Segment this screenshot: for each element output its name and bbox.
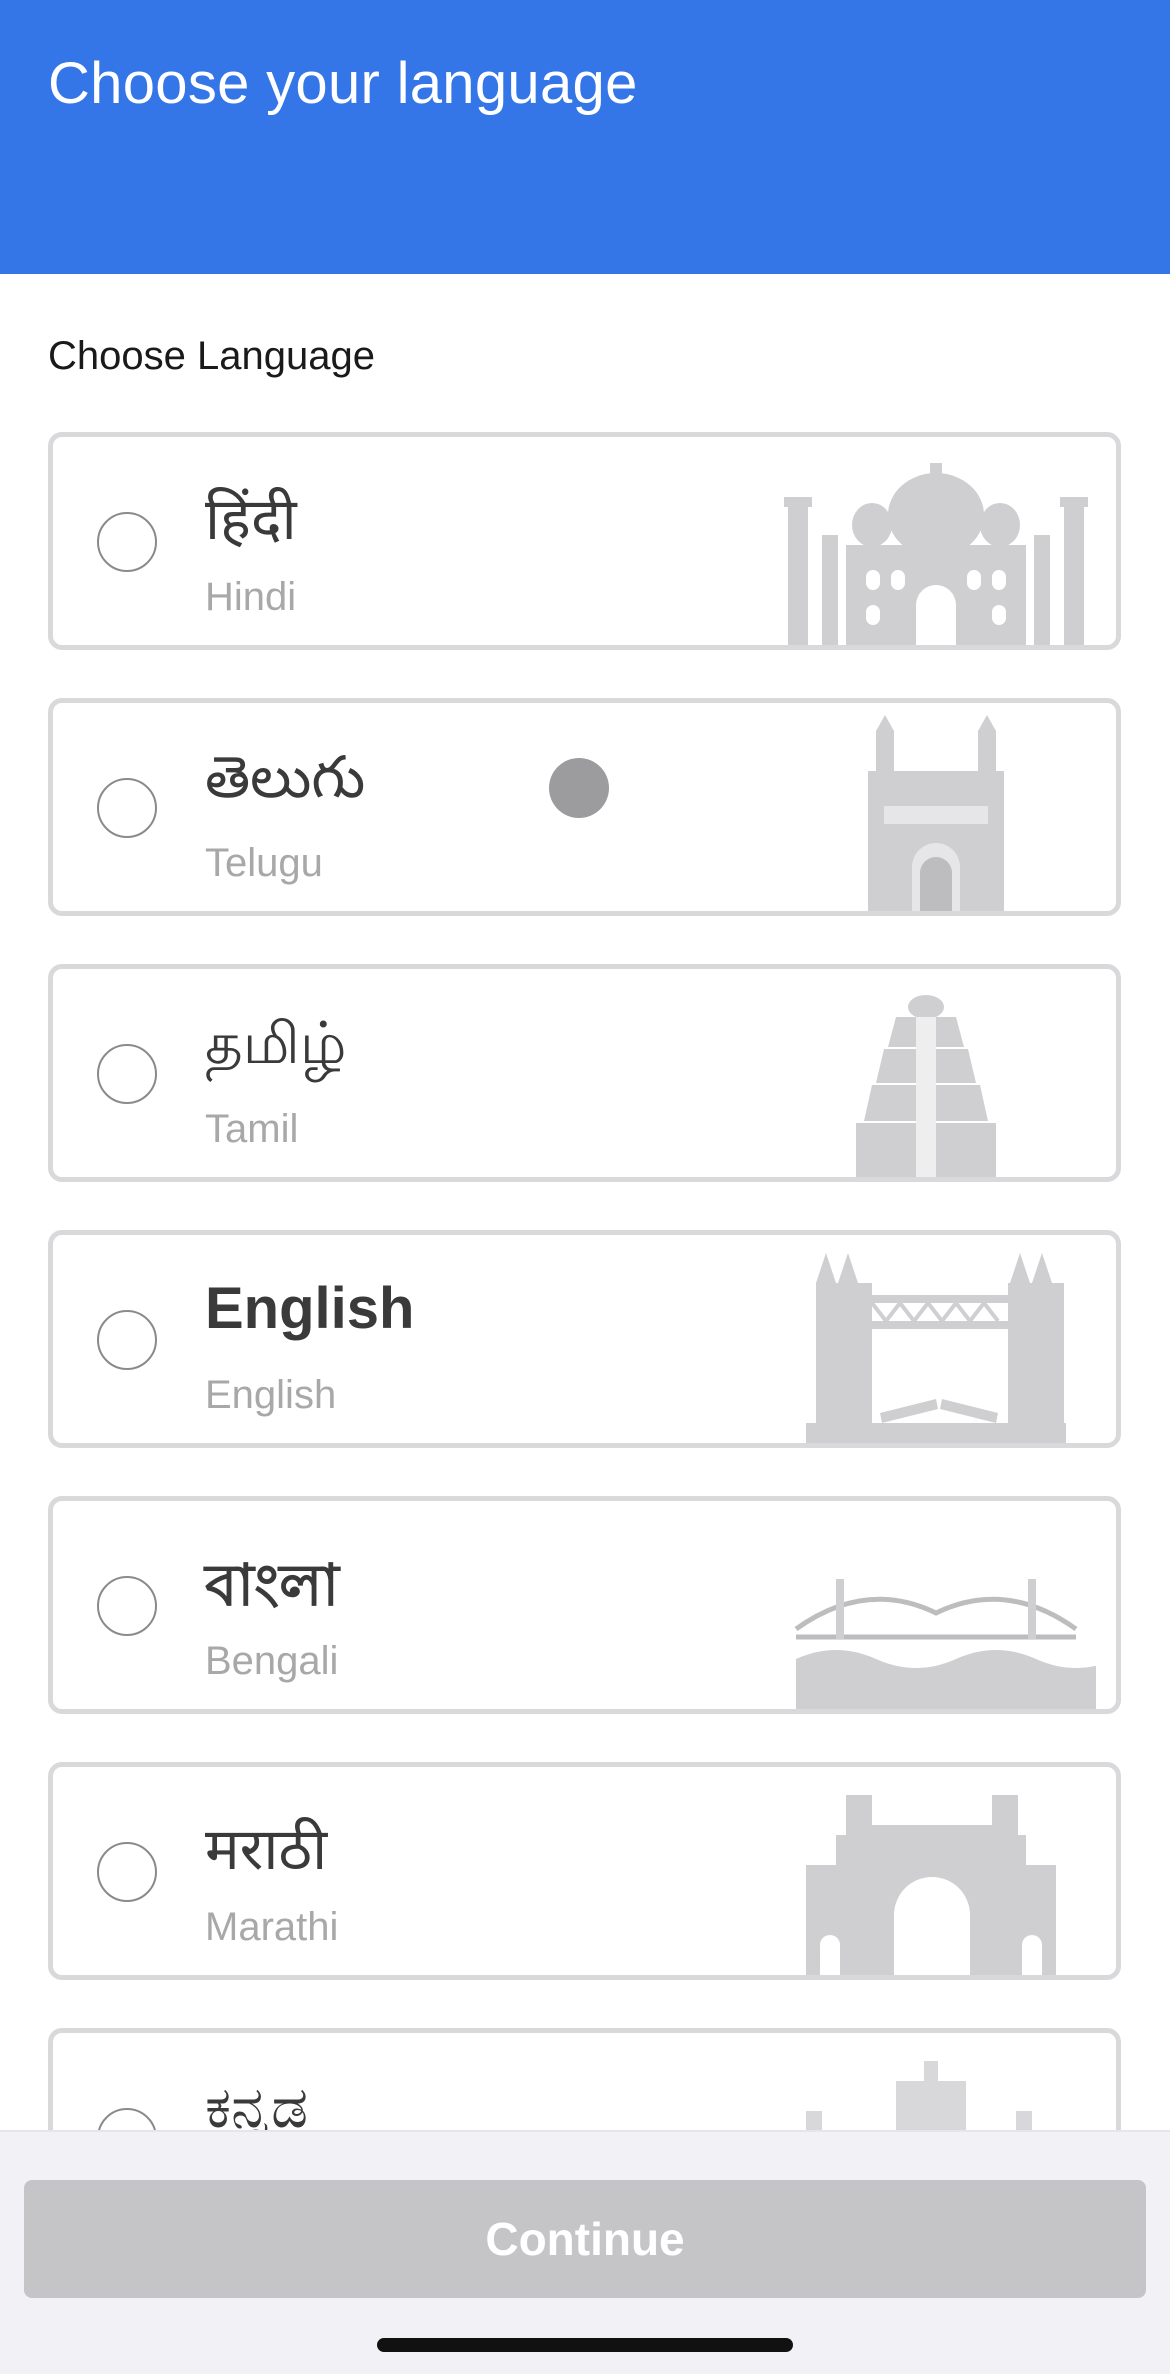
charminar-icon <box>868 715 1004 911</box>
language-english-name: Bengali <box>205 1639 339 1683</box>
language-option-bengali[interactable]: বাংলা Bengali <box>48 1496 1121 1714</box>
touch-indicator <box>549 758 609 818</box>
language-list[interactable]: हिंदी Hindi తెలుగు Telugu தமிழ் Tamil En… <box>0 420 1170 2130</box>
page-title: Choose your language <box>48 51 638 116</box>
language-native-name: हिंदी <box>205 485 297 553</box>
language-native-name: ಕನ್ನಡ <box>205 2073 309 2130</box>
footer-bar: Continue <box>0 2130 1170 2374</box>
language-native-name: தமிழ் <box>205 1009 347 1077</box>
language-option-kannada[interactable]: ಕನ್ನಡ <box>48 2028 1121 2130</box>
radio-button[interactable] <box>97 1842 157 1902</box>
language-english-name: Telugu <box>205 841 323 885</box>
radio-button[interactable] <box>97 1044 157 1104</box>
gateway-of-india-icon <box>806 1795 1056 1975</box>
temple-gopuram-icon <box>856 995 996 1177</box>
taj-mahal-icon <box>784 463 1088 645</box>
radio-button[interactable] <box>97 1576 157 1636</box>
app-header: Choose your language <box>0 0 1170 274</box>
radio-button[interactable] <box>97 1310 157 1370</box>
language-option-english[interactable]: English English <box>48 1230 1121 1448</box>
language-native-name: English <box>205 1276 415 1341</box>
vidhana-soudha-icon <box>806 2061 1032 2130</box>
howrah-bridge-icon <box>794 1579 1096 1709</box>
section-label: Choose Language <box>48 334 375 378</box>
radio-button[interactable] <box>97 512 157 572</box>
language-native-name: తెలుగు <box>205 743 366 811</box>
language-native-name: বাংলা <box>205 1553 340 1618</box>
language-english-name: English <box>205 1373 337 1417</box>
language-option-marathi[interactable]: मराठी Marathi <box>48 1762 1121 1980</box>
radio-button[interactable] <box>97 778 157 838</box>
radio-button[interactable] <box>97 2108 157 2130</box>
continue-button[interactable]: Continue <box>24 2180 1146 2298</box>
language-english-name: Hindi <box>205 575 297 619</box>
language-option-hindi[interactable]: हिंदी Hindi <box>48 432 1121 650</box>
home-indicator[interactable] <box>377 2338 793 2352</box>
language-native-name: मराठी <box>205 1815 328 1883</box>
tower-bridge-icon <box>806 1253 1066 1443</box>
language-english-name: Tamil <box>205 1107 299 1151</box>
language-english-name: Marathi <box>205 1905 339 1949</box>
language-option-tamil[interactable]: தமிழ் Tamil <box>48 964 1121 1182</box>
